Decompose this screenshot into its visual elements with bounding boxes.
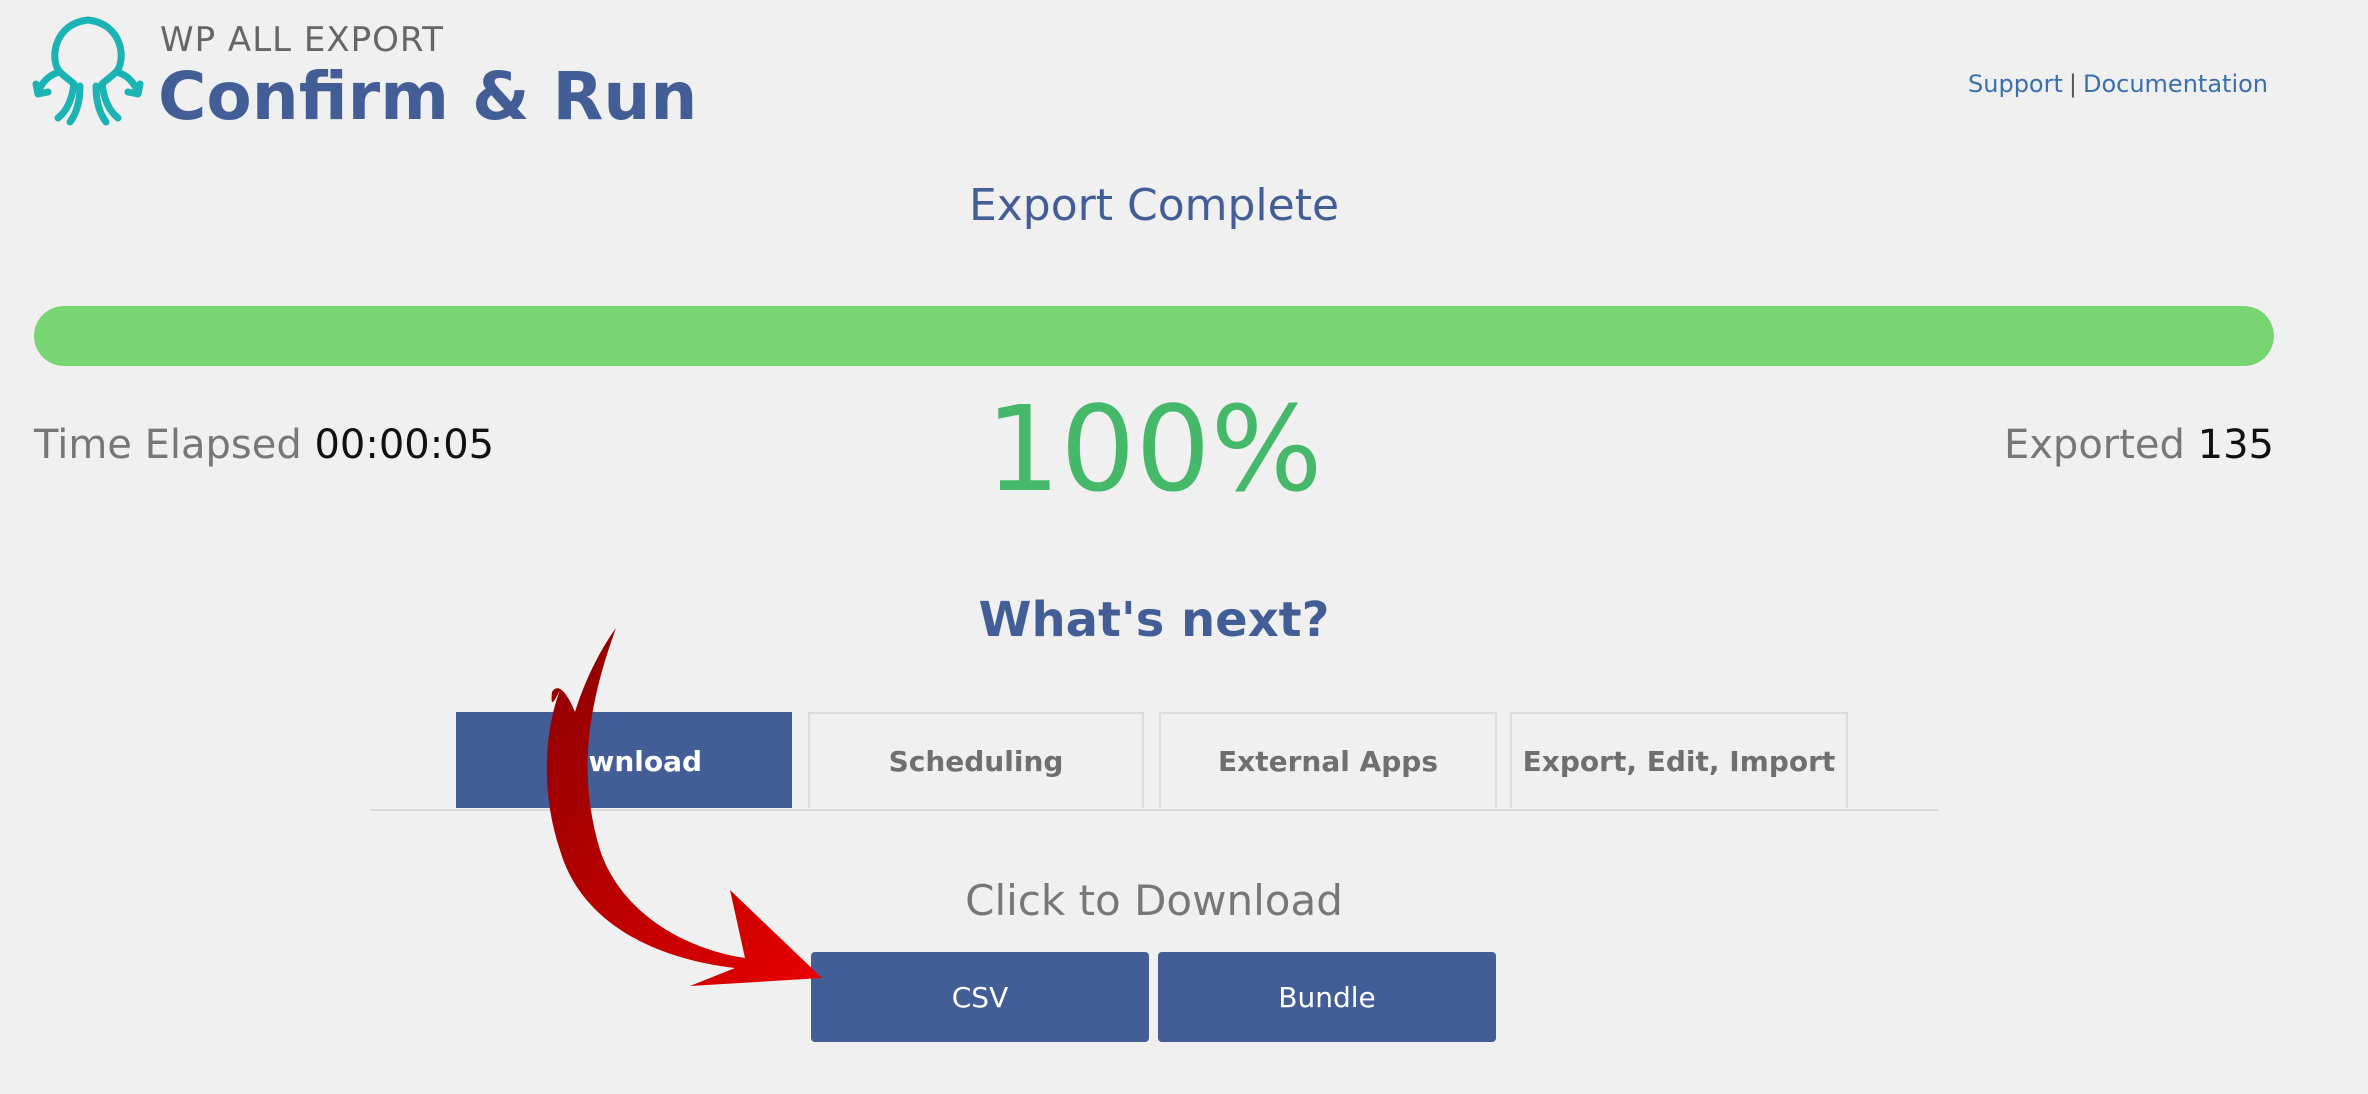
- export-status-title: Export Complete: [968, 180, 1340, 231]
- csv-download-button[interactable]: CSV: [811, 952, 1149, 1042]
- page-title: Confirm & Run: [158, 58, 698, 135]
- bundle-download-button[interactable]: Bundle: [1158, 952, 1496, 1042]
- octopus-logo-icon: [32, 16, 144, 126]
- progress-bar: [34, 306, 2274, 366]
- tabs-divider: [370, 809, 1938, 811]
- export-complete-page: WP ALL EXPORT Confirm & Run Support | Docu…: [0, 0, 2368, 1094]
- whats-next-heading: What's next?: [978, 592, 1330, 648]
- link-separator: |: [2068, 70, 2077, 98]
- top-links: Support | Documentation: [1968, 70, 2268, 98]
- documentation-link[interactable]: Documentation: [2083, 70, 2268, 98]
- progress-bar-fill: [34, 306, 2274, 366]
- exported-count: Exported 135: [2004, 422, 2274, 468]
- exported-value: 135: [2197, 422, 2274, 468]
- curved-arrow-icon: [546, 628, 822, 986]
- brand-name: WP ALL EXPORT: [160, 20, 444, 60]
- exported-label: Exported: [2003, 422, 2185, 468]
- click-to-download-heading: Click to Download: [965, 876, 1343, 925]
- progress-percent: 100%: [985, 380, 1323, 518]
- support-link[interactable]: Support: [1968, 70, 2063, 98]
- tab-download[interactable]: Download: [456, 712, 792, 808]
- tab-scheduling[interactable]: Scheduling: [808, 712, 1144, 808]
- tab-external-apps[interactable]: External Apps: [1159, 712, 1497, 808]
- tab-export-edit-import[interactable]: Export, Edit, Import: [1510, 712, 1848, 808]
